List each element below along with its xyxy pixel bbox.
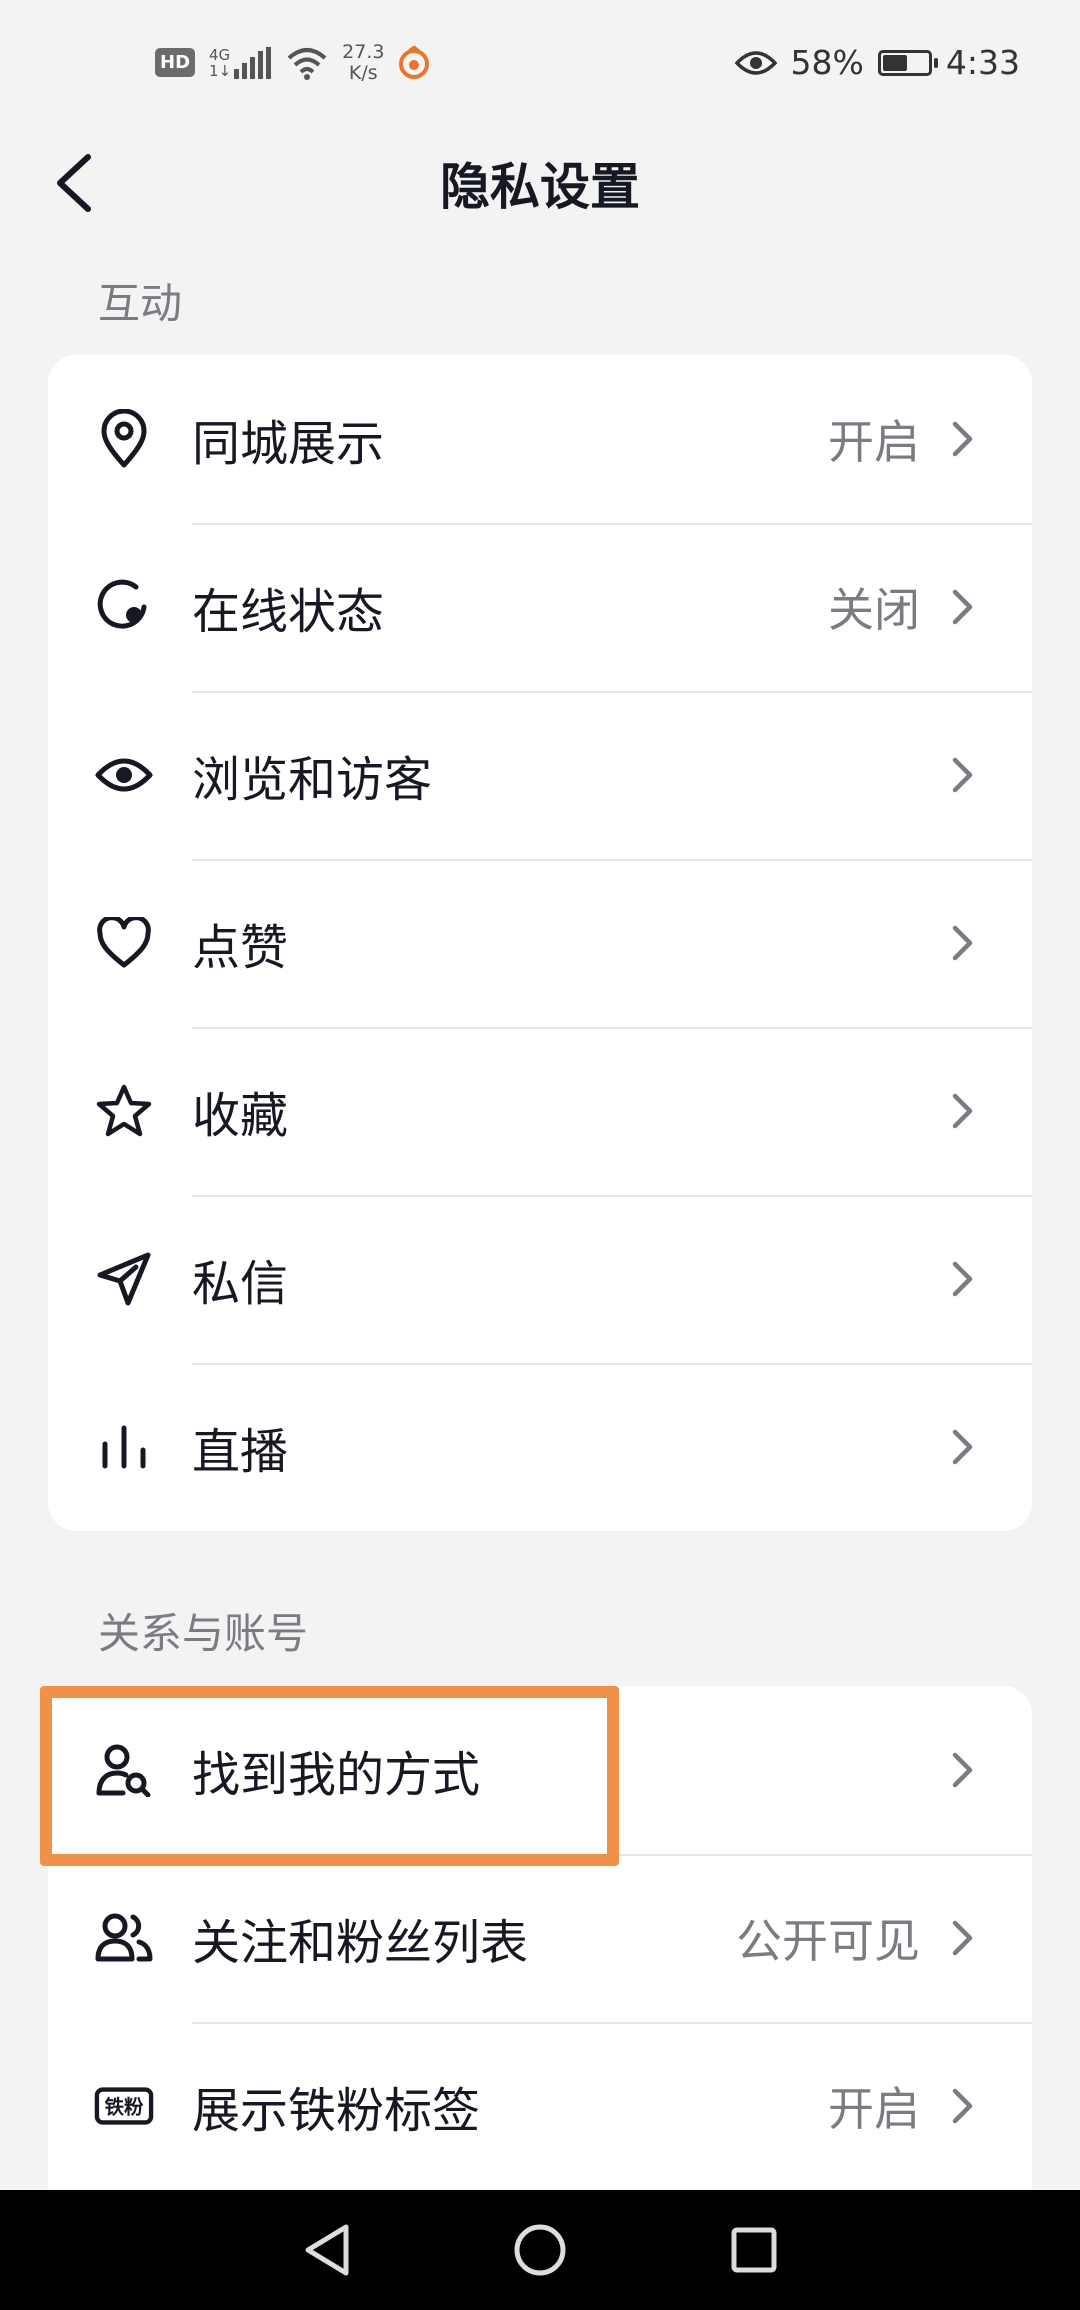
fan-badge-text: 铁粉 xyxy=(105,2096,144,2119)
status-bar: HD 4G 1↓ 27.3 K/s 58% 4:33 xyxy=(0,0,1080,125)
chevron-right-icon xyxy=(950,1259,1032,1299)
interaction-card: 同城展示 开启在线状态 关闭浏览和访客点赞收藏私信直播 xyxy=(48,355,1032,1531)
section-title-interaction: 互动 xyxy=(98,279,183,328)
eye-icon xyxy=(94,745,154,805)
users-icon xyxy=(94,1908,154,1968)
chevron-right-icon xyxy=(950,923,1032,963)
battery-percent: 58% xyxy=(790,43,864,82)
live-bars-icon xyxy=(94,1417,154,1477)
chevron-right-icon xyxy=(950,1918,1032,1958)
nav-recents-icon[interactable] xyxy=(730,2226,778,2274)
status-left: HD 4G 1↓ 27.3 K/s xyxy=(155,40,430,84)
chevron-right-icon xyxy=(950,755,1032,795)
setting-row-star[interactable]: 收藏 xyxy=(48,1027,1032,1195)
setting-label: 同城展示 xyxy=(192,416,385,472)
setting-label: 直播 xyxy=(192,1424,289,1480)
app-notification-icon xyxy=(399,45,430,79)
network-type: 4G xyxy=(209,45,231,64)
setting-row-fan-badge[interactable]: 铁粉 展示铁粉标签 开启 xyxy=(48,2022,1032,2190)
setting-value: 开启 xyxy=(828,2082,920,2136)
setting-row-users[interactable]: 关注和粉丝列表 公开可见 xyxy=(48,1854,1032,2022)
setting-label: 点赞 xyxy=(192,920,289,976)
user-search-icon xyxy=(94,1740,154,1800)
cell-signal-icon xyxy=(234,46,272,79)
section-title-relationship: 关系与账号 xyxy=(98,1609,309,1658)
status-right: 58% 4:33 xyxy=(734,43,1020,82)
setting-label: 收藏 xyxy=(192,1088,289,1144)
setting-row-live-bars[interactable]: 直播 xyxy=(48,1363,1032,1531)
battery-fill xyxy=(882,54,907,71)
chevron-right-icon xyxy=(950,587,1032,627)
net-speed-unit: K/s xyxy=(348,61,378,84)
nav-home-icon[interactable] xyxy=(513,2223,567,2277)
chevron-right-icon xyxy=(950,1091,1032,1131)
nav-back-icon[interactable] xyxy=(302,2223,350,2277)
system-nav-bar xyxy=(0,2190,1080,2310)
setting-row-online-status[interactable]: 在线状态 关闭 xyxy=(48,523,1032,691)
setting-value: 开启 xyxy=(828,415,920,469)
back-arrow-icon xyxy=(57,154,91,212)
clock: 4:33 xyxy=(945,43,1020,82)
chevron-right-icon xyxy=(950,1750,1032,1790)
setting-row-paper-plane[interactable]: 私信 xyxy=(48,1195,1032,1363)
back-button[interactable] xyxy=(48,151,108,215)
fan-badge-icon: 铁粉 xyxy=(94,2076,154,2136)
page-title: 隐私设置 xyxy=(440,157,640,216)
eye-comfort-icon xyxy=(734,50,777,75)
setting-value: 关闭 xyxy=(828,583,920,637)
setting-row-location-pin[interactable]: 同城展示 开启 xyxy=(48,355,1032,523)
setting-row-eye[interactable]: 浏览和访客 xyxy=(48,691,1032,859)
heart-icon xyxy=(94,913,154,973)
chevron-right-icon xyxy=(950,2086,1032,2126)
relationship-card: 找到我的方式 关注和粉丝列表 公开可见铁粉 展示铁粉标签 开启 xyxy=(48,1686,1032,2190)
net-speed: 27.3 K/s xyxy=(342,40,385,84)
location-pin-icon xyxy=(94,409,154,469)
online-status-icon xyxy=(94,577,154,637)
star-icon xyxy=(94,1081,154,1141)
setting-label: 展示铁粉标签 xyxy=(192,2083,481,2139)
hd-badge: HD xyxy=(155,48,196,77)
battery-icon xyxy=(877,49,938,76)
network-indicator: 4G 1↓ xyxy=(209,45,272,80)
setting-label: 关注和粉丝列表 xyxy=(192,1915,529,1971)
network-sub: 1↓ xyxy=(209,61,232,80)
chevron-right-icon xyxy=(950,1427,1032,1467)
setting-label: 浏览和访客 xyxy=(192,752,433,808)
setting-row-heart[interactable]: 点赞 xyxy=(48,859,1032,1027)
setting-label: 私信 xyxy=(192,1256,289,1312)
setting-label: 在线状态 xyxy=(192,584,385,640)
setting-label: 找到我的方式 xyxy=(192,1747,481,1803)
setting-value: 公开可见 xyxy=(736,1914,920,1968)
wifi-icon xyxy=(287,47,327,80)
paper-plane-icon xyxy=(94,1249,154,1309)
chevron-right-icon xyxy=(950,419,1032,459)
net-speed-value: 27.3 xyxy=(342,40,385,63)
header: 隐私设置 xyxy=(0,125,1080,240)
setting-row-user-search[interactable]: 找到我的方式 xyxy=(48,1686,1032,1854)
